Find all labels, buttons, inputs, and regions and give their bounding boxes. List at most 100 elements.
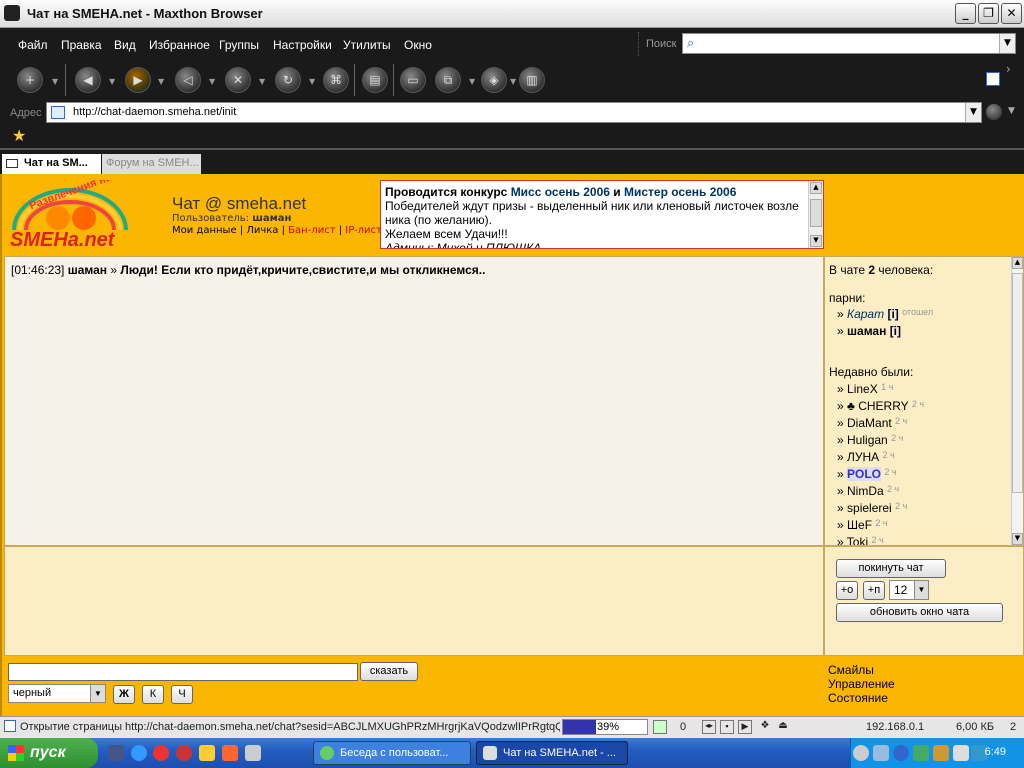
font-size-select[interactable]: 12 ▼ (889, 580, 929, 600)
history-icon[interactable]: ▤ (362, 67, 388, 93)
chevron-down-icon[interactable]: ▼ (810, 235, 822, 247)
chevron-down-icon[interactable]: ▼ (309, 77, 315, 86)
recent-user[interactable]: » spielerei 2 ч (837, 501, 907, 515)
chevron-down-icon[interactable]: ▼ (109, 77, 115, 86)
home-icon[interactable]: ⌘ (323, 67, 349, 93)
app-icon[interactable] (199, 745, 215, 761)
address-dropdown-icon[interactable]: ▼ (965, 103, 981, 122)
recent-user-name[interactable]: ШеF (847, 518, 872, 532)
user-name[interactable]: Карат (847, 307, 884, 321)
notice-scrollbar[interactable]: ▲ ▼ (808, 181, 823, 248)
pause-icon[interactable]: ▪ (720, 720, 734, 734)
media-icon[interactable] (176, 745, 192, 761)
italic-button[interactable]: К (142, 685, 164, 704)
bold-button[interactable]: Ж (113, 685, 135, 704)
recent-user-name[interactable]: ЛУНА (847, 450, 879, 464)
chevron-down-icon[interactable]: ▼ (510, 77, 516, 86)
font-down-button[interactable]: +п (863, 581, 885, 600)
play-icon[interactable]: ▶ (738, 720, 752, 734)
users-scrollbar[interactable]: ▲ ▼ (1011, 257, 1023, 545)
close-button[interactable]: ✕ (1001, 3, 1022, 24)
smileys-link[interactable]: Смайлы (828, 663, 895, 677)
recent-user-name[interactable]: NimDa (847, 484, 884, 498)
chevron-down-icon[interactable]: ▼ (259, 77, 265, 86)
tray-icon[interactable] (893, 745, 909, 761)
tile-icon[interactable]: ❖ (758, 720, 772, 734)
tray-icon[interactable] (953, 745, 969, 761)
ie-icon[interactable] (131, 745, 147, 761)
menu-window[interactable]: Окно (404, 38, 432, 52)
tray-icon[interactable] (873, 745, 889, 761)
address-input[interactable]: http://chat-daemon.smeha.net/init ▼ (46, 102, 982, 123)
opera-icon[interactable] (153, 745, 169, 761)
private-link[interactable]: Личка (246, 225, 278, 236)
recent-user[interactable]: » DiaMant 2 ч (837, 416, 907, 430)
refresh-chat-button[interactable]: обновить окно чата (836, 603, 1003, 622)
office-icon[interactable] (222, 745, 238, 761)
minimize-button[interactable]: _ (955, 3, 976, 24)
chevron-down-icon[interactable]: ▼ (209, 77, 215, 86)
menu-tools[interactable]: Утилиты (343, 38, 391, 52)
chevron-up-icon[interactable]: ▲ (810, 182, 822, 194)
scroll-thumb[interactable] (810, 199, 822, 227)
back-icon[interactable]: ◀ (75, 67, 101, 93)
menu-file[interactable]: Файл (18, 38, 48, 52)
new-tab-icon[interactable]: + (17, 67, 43, 93)
menu-view[interactable]: Вид (114, 38, 136, 52)
chevron-right-icon[interactable]: › (1006, 62, 1011, 76)
recent-user-name[interactable]: ♣ CHERRY (847, 399, 908, 413)
popup-blocker-icon[interactable] (653, 720, 667, 734)
chevron-down-icon[interactable]: ▼ (1012, 533, 1023, 545)
recent-user[interactable]: » ЛУНА 2 ч (837, 450, 895, 464)
recent-user-name[interactable]: POLO (847, 467, 882, 481)
chevron-left-icon[interactable] (853, 745, 869, 761)
user-row[interactable]: » Карат [i] отошел (837, 307, 933, 321)
ban-list-link[interactable]: Бан-лист (288, 225, 335, 236)
menu-edit[interactable]: Правка (61, 38, 102, 52)
recent-user-name[interactable]: spielerei (847, 501, 892, 515)
chevron-down-icon[interactable]: ▼ (90, 685, 105, 702)
start-button[interactable]: пуск (0, 738, 98, 768)
leave-chat-button[interactable]: покинуть чат (836, 559, 946, 578)
user-row[interactable]: » шаман [i] (837, 324, 901, 338)
screenshot-icon[interactable]: ⧉ (435, 67, 461, 93)
fullscreen-icon[interactable]: ▭ (400, 67, 426, 93)
chevron-down-icon[interactable]: ▼ (1008, 106, 1015, 116)
prev-icon[interactable]: ◂▸ (702, 720, 716, 734)
recent-user[interactable]: » Toki 2 ч (837, 535, 884, 545)
recent-user[interactable]: » Huligan 2 ч (837, 433, 903, 447)
tray-icon[interactable] (913, 745, 929, 761)
color-select[interactable]: черный ▼ (8, 684, 106, 703)
message-user[interactable]: шаман (68, 263, 107, 277)
recent-user-name[interactable]: Huligan (847, 433, 888, 447)
management-link[interactable]: Управление (828, 677, 895, 691)
user-name[interactable]: шаман (847, 324, 886, 338)
message-input[interactable] (8, 663, 358, 681)
menu-settings[interactable]: Настройки (273, 38, 332, 52)
font-up-button[interactable]: +о (836, 581, 858, 600)
chevron-down-icon[interactable]: ▼ (469, 77, 475, 86)
tab-chat[interactable]: Чат на SM... (2, 154, 101, 174)
info-link[interactable]: [i] (890, 324, 901, 338)
explorer-icon[interactable] (245, 745, 261, 761)
recent-user[interactable]: » LineX 1 ч (837, 382, 893, 396)
taskbar-item-conversation[interactable]: Беседа с пользоват... (313, 741, 471, 765)
my-data-link[interactable]: Мои данные (172, 225, 237, 236)
ip-list-link[interactable]: IP-лист (345, 225, 382, 236)
go-icon[interactable] (986, 104, 1002, 120)
search-dropdown-icon[interactable]: ▼ (999, 34, 1015, 53)
feed-icon[interactable] (986, 72, 1000, 86)
desktop-icon[interactable] (108, 745, 124, 761)
underline-button[interactable]: Ч (171, 685, 193, 704)
favorite-star-icon[interactable]: ★ (12, 126, 26, 145)
recent-user-name[interactable]: Toki (847, 535, 868, 545)
info-link[interactable]: [i] (887, 307, 898, 321)
forward-icon[interactable]: ▶ (125, 67, 151, 93)
bookmarks-icon[interactable]: ▥ (519, 67, 545, 93)
recent-user[interactable]: » ШеF 2 ч (837, 518, 888, 532)
refresh-icon[interactable]: ↻ (275, 67, 301, 93)
mic-icon[interactable]: ◈ (481, 67, 507, 93)
tray-icon[interactable] (933, 745, 949, 761)
menu-groups[interactable]: Группы (219, 38, 259, 52)
chevron-down-icon[interactable]: ▼ (158, 77, 164, 86)
